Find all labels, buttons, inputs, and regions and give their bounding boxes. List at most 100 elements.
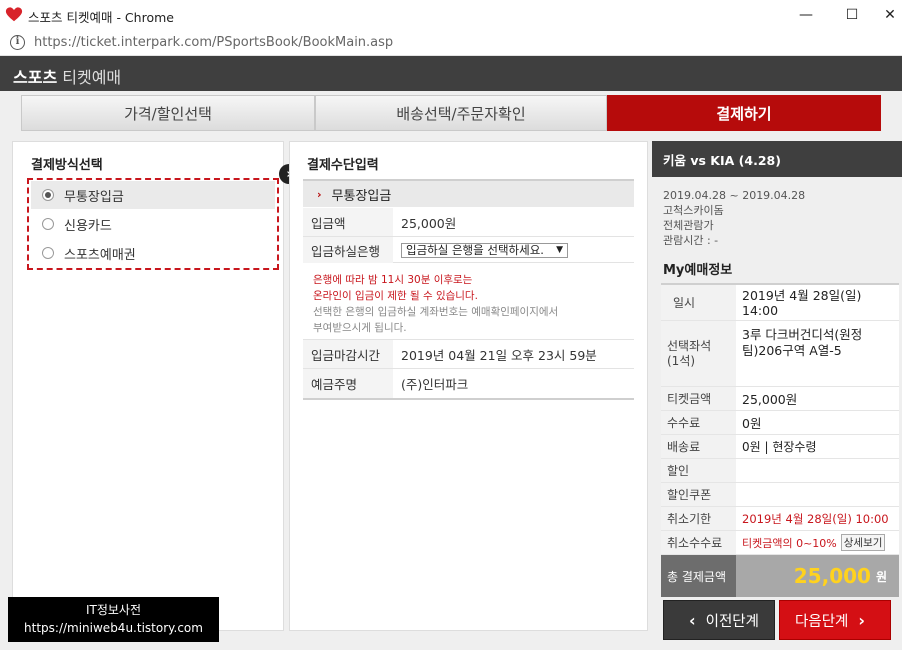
coupon-value — [736, 483, 899, 506]
total-value-cell: 25,000 원 — [736, 555, 899, 597]
method-sports-voucher[interactable]: 스포츠예매권 — [31, 239, 275, 267]
address-bar: i https://ticket.interpark.com/PSportsBo… — [0, 30, 902, 56]
tab-delivery-orderer[interactable]: 배송선택/주문자확인 — [315, 95, 607, 131]
discount-value — [736, 459, 899, 482]
payment-method-panel: 결제방식선택 무통장입금 신용카드 스포츠예매권 — [12, 141, 284, 631]
deadline-row: 입금마감시간 2019년 04월 21일 오후 23시 59분 — [303, 339, 634, 369]
date-value: 2019년 4월 28일(일) 14:00 — [736, 285, 899, 320]
seat-label-line1: 선택좌석 — [667, 338, 712, 353]
previous-step-label: 이전단계 — [705, 613, 759, 630]
discount-label: 할인 — [661, 459, 736, 482]
table-row: 할인 — [661, 459, 899, 483]
section-header: › 무통장입금 — [303, 179, 634, 207]
my-booking-title: My예매정보 — [663, 263, 733, 278]
date-value-line2: 14:00 — [742, 302, 779, 318]
app-header: 스포츠 티켓예매 — [0, 56, 902, 91]
depositor-row: 예금주명 (주)인터파크 — [303, 369, 634, 400]
total-row: 총 결제금액 25,000 원 — [661, 555, 899, 597]
seat-label-line2: (1석) — [667, 353, 696, 368]
url-host: https://ticket.interpark.com — [34, 35, 213, 50]
section-title: 무통장입금 — [331, 188, 392, 204]
payment-input-panel: 결제수단입력 › 무통장입금 입금액 25,000원 입금하실은행 입금하실 은… — [289, 141, 648, 631]
delivery-label: 배송료 — [661, 435, 736, 458]
date-value-line1: 2019년 4월 28일(일) — [742, 287, 862, 303]
delivery-value: 0원 | 현장수령 — [742, 440, 817, 454]
brand-bold: 스포츠 — [13, 68, 58, 87]
table-row: 취소수수료 티켓금액의 0~10% 상세보기 — [661, 531, 899, 555]
match-duration: 관람시간 : - — [663, 234, 719, 247]
amount-value: 25,000원 — [401, 215, 457, 231]
table-row: 티켓금액 25,000원 — [661, 387, 899, 411]
match-date-range: 2019.04.28 ~ 2019.04.28 — [663, 189, 806, 202]
coupon-label: 할인쿠폰 — [661, 483, 736, 506]
bullet-icon: › — [317, 187, 322, 201]
price-value: 25,000원 — [742, 392, 798, 407]
radio-sports-voucher[interactable] — [42, 247, 54, 259]
cancel-fee-text: 티켓금액의 0~10% — [742, 536, 837, 550]
my-booking-table: 일시 2019년 4월 28일(일) 14:00 선택좌석 (1석) 3루 다크… — [661, 283, 899, 597]
chevron-right-icon: › — [858, 610, 865, 630]
table-row: 일시 2019년 4월 28일(일) 14:00 — [661, 285, 899, 321]
method-label: 스포츠예매권 — [64, 247, 136, 263]
match-venue: 고척스카이돔 — [663, 204, 724, 217]
cancel-deadline-value: 2019년 4월 28일(일) 10:00 — [742, 511, 889, 526]
seat-value: 3루 다크버건디석(원정팀)206구역 A열-5 — [742, 327, 863, 358]
info-icon[interactable]: i — [10, 35, 25, 50]
price-label: 티켓금액 — [661, 387, 736, 410]
depositor-value: (주)인터파크 — [401, 377, 469, 392]
match-info: 2019.04.28 ~ 2019.04.28 고척스카이돔 전체관람가 관람시… — [663, 188, 805, 248]
bank-notice: 은행에 따라 밤 11시 30분 이후로는 온라인이 입금이 제한 될 수 있습… — [313, 272, 633, 336]
table-row: 수수료 0원 — [661, 411, 899, 435]
chevron-left-icon: ‹ — [689, 610, 696, 630]
method-bank-transfer[interactable]: 무통장입금 — [31, 181, 275, 209]
previous-step-button[interactable]: ‹ 이전단계 — [663, 600, 775, 640]
radio-bank-transfer[interactable] — [42, 189, 54, 201]
cancel-fee-label: 취소수수료 — [661, 531, 736, 554]
method-credit-card[interactable]: 신용카드 — [31, 210, 275, 238]
total-amount: 25,000 — [793, 564, 871, 588]
depositor-label: 예금주명 — [303, 369, 393, 398]
method-label: 신용카드 — [64, 218, 112, 234]
table-row: 배송료 0원 | 현장수령 — [661, 435, 899, 459]
deadline-label: 입금마감시간 — [303, 340, 393, 368]
watermark: IT정보사전 https://miniweb4u.tistory.com — [8, 597, 219, 642]
tab-payment[interactable]: 결제하기 — [607, 95, 881, 131]
notice-line: 온라인이 입금이 제한 될 수 있습니다. — [313, 290, 478, 302]
fee-label: 수수료 — [661, 411, 736, 434]
notice-line: 부여받으시게 됩니다. — [313, 322, 407, 334]
minimize-button[interactable]: — — [782, 0, 830, 30]
cancel-deadline-label: 취소기한 — [661, 507, 736, 530]
window-titlebar: 스포츠 티켓예매 - Chrome — ☐ ✕ — [0, 0, 902, 30]
notice-line: 선택한 은행의 입금하실 계좌번호는 예매확인페이지에서 — [313, 306, 559, 318]
close-button[interactable]: ✕ — [866, 0, 902, 30]
cancel-fee-value: 티켓금액의 0~10% 상세보기 — [736, 531, 899, 554]
total-label: 총 결제금액 — [667, 569, 727, 584]
total-unit: 원 — [875, 569, 887, 584]
step-tabs: 가격/할인선택 배송선택/주문자확인 결제하기 — [21, 95, 881, 131]
window-title: 스포츠 티켓예매 - Chrome — [28, 10, 174, 25]
tab-price-discount[interactable]: 가격/할인선택 — [21, 95, 315, 131]
radio-credit-card[interactable] — [42, 218, 54, 230]
url-text[interactable]: https://ticket.interpark.com/PSportsBook… — [34, 35, 393, 50]
deadline-value: 2019년 04월 21일 오후 23시 59분 — [401, 347, 597, 363]
method-label: 무통장입금 — [64, 189, 124, 205]
bank-label: 입금하실은행 — [303, 237, 393, 263]
booking-summary-panel: 키움 vs KIA (4.28) 2019.04.28 ~ 2019.04.28… — [652, 141, 902, 650]
amount-label: 입금액 — [303, 208, 393, 236]
match-rating: 전체관람가 — [663, 219, 714, 232]
detail-view-button[interactable]: 상세보기 — [840, 534, 886, 551]
notice-line: 은행에 따라 밤 11시 30분 이후로는 — [313, 274, 473, 286]
table-row: 선택좌석 (1석) 3루 다크버건디석(원정팀)206구역 A열-5 — [661, 321, 899, 387]
match-title: 키움 vs KIA (4.28) — [652, 141, 902, 177]
brand-rest: 티켓예매 — [57, 68, 122, 87]
amount-row: 입금액 25,000원 — [303, 208, 634, 237]
page-title: 스포츠 티켓예매 — [13, 64, 121, 88]
fee-value: 0원 — [742, 416, 762, 431]
payment-method-list: 무통장입금 신용카드 스포츠예매권 — [27, 178, 279, 270]
table-row: 취소기한 2019년 4월 28일(일) 10:00 — [661, 507, 899, 531]
url-path: /PSportsBook/BookMain.asp — [212, 35, 394, 50]
watermark-line2: https://miniweb4u.tistory.com — [24, 621, 203, 635]
interpark-heart-icon — [5, 7, 23, 22]
watermark-line1: IT정보사전 — [85, 603, 142, 617]
next-step-button[interactable]: 다음단계 › — [779, 600, 891, 640]
